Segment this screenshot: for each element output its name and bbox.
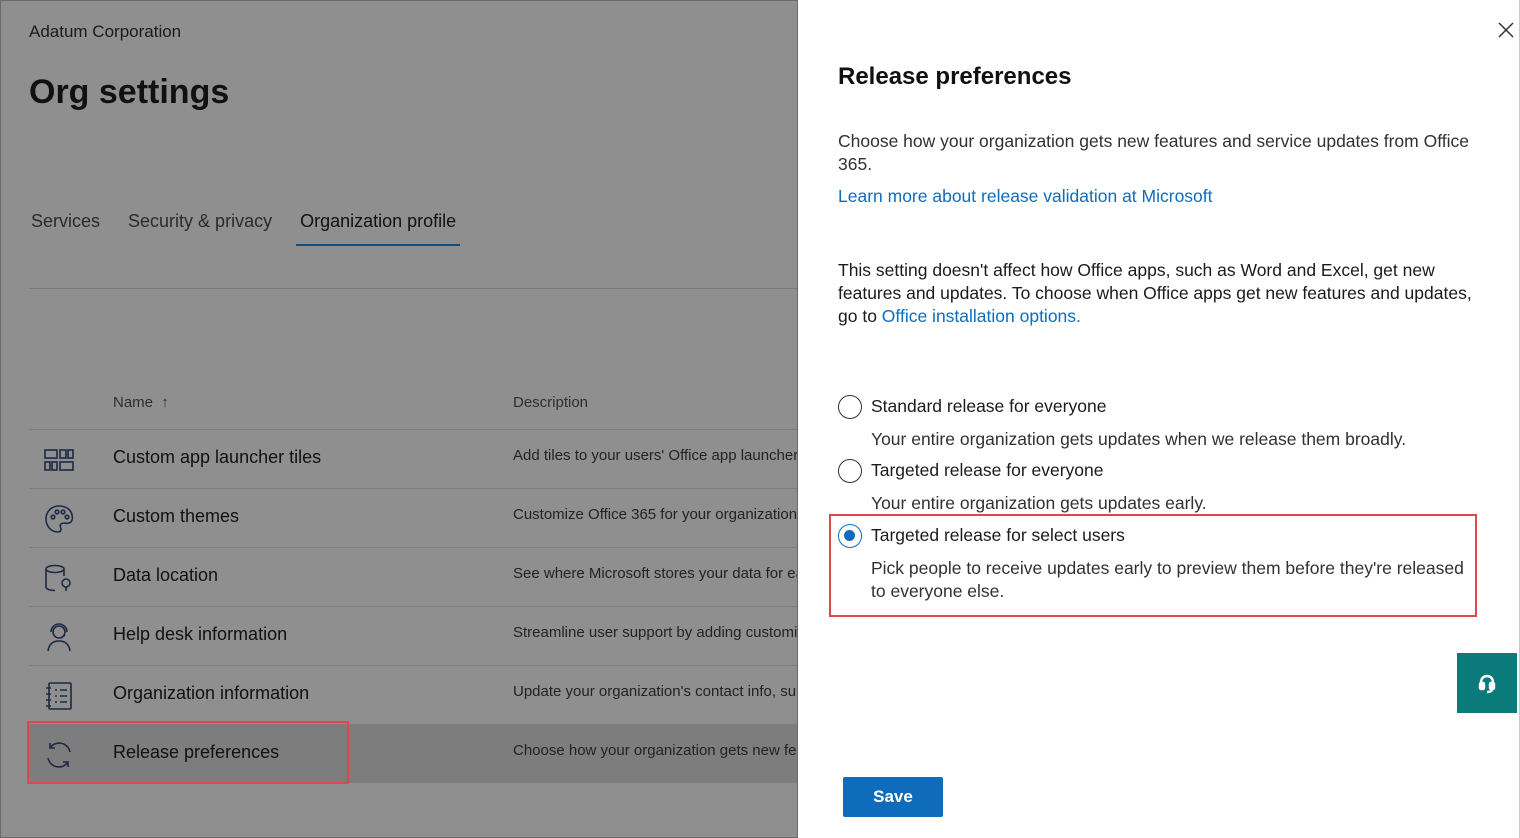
radio-button[interactable] [838, 459, 862, 483]
close-icon[interactable] [1496, 20, 1516, 40]
notebook-list-icon [43, 680, 75, 712]
table-row[interactable]: Help desk information Streamline user su… [29, 606, 798, 665]
settings-tabs: Services Security & privacy Organization… [31, 211, 484, 246]
row-name: Custom themes [113, 506, 240, 526]
row-description: Update your organization's contact info,… [513, 683, 797, 700]
row-description: Choose how your organization gets new fe… [513, 742, 798, 759]
org-name: Adatum Corporation [29, 22, 182, 41]
table-row[interactable]: Custom themes Customize Office 365 for y… [29, 488, 798, 547]
panel-title: Release preferences [838, 63, 1072, 90]
radio-description: Your entire organization gets updates wh… [871, 429, 1407, 449]
radio-label[interactable]: Standard release for everyone [871, 396, 1106, 417]
highlight-box-targeted-select-users [829, 514, 1477, 617]
column-header-name[interactable]: Name ↑ [113, 394, 169, 411]
column-header-description: Description [513, 394, 589, 411]
database-location-icon [43, 562, 75, 594]
org-settings-page-overlay: Adatum Corporation Org settings Services… [0, 0, 798, 838]
panel-intro: Choose how your organization gets new fe… [838, 131, 1469, 174]
sort-ascending-icon: ↑ [161, 394, 169, 411]
palette-icon [43, 503, 75, 535]
table-row[interactable]: Organization information Update your org… [29, 665, 797, 724]
radio-label[interactable]: Targeted release for everyone [871, 460, 1104, 481]
radio-button[interactable] [838, 395, 862, 419]
row-description: Customize Office 365 for your organizati… [513, 506, 798, 523]
radio-description: Your entire organization gets updates ea… [871, 493, 1207, 513]
table-row[interactable]: Custom app launcher tiles Add tiles to y… [29, 429, 798, 488]
row-description: Add tiles to your users' Office app laun… [513, 447, 798, 464]
office-installation-options-link[interactable]: Office installation options. [882, 306, 1081, 326]
row-name: Help desk information [113, 624, 288, 644]
headset-icon [1478, 674, 1496, 694]
tab-services[interactable]: Services [31, 211, 100, 246]
release-preferences-panel: Release preferences Choose how your orga… [798, 0, 1520, 838]
row-description: See where Microsoft stores your data for… [513, 565, 798, 582]
panel-note: This setting doesn't affect how Office a… [838, 260, 1472, 326]
tab-organization-profile[interactable]: Organization profile [296, 211, 461, 246]
headset-person-icon [43, 621, 75, 653]
app-launcher-tiles-icon [43, 444, 75, 476]
help-chat-button[interactable] [1457, 653, 1517, 713]
row-name: Data location [113, 565, 219, 585]
page-title: Org settings [29, 73, 230, 111]
highlight-box-release-preferences [27, 721, 349, 784]
tabs-divider [29, 288, 797, 289]
row-name: Custom app launcher tiles [113, 447, 322, 467]
save-button[interactable]: Save [843, 777, 943, 817]
learn-more-link[interactable]: Learn more about release validation at M… [838, 186, 1213, 207]
row-description: Streamline user support by adding custom… [513, 624, 798, 641]
tab-security-privacy[interactable]: Security & privacy [128, 211, 272, 246]
table-row[interactable]: Data location See where Microsoft stores… [29, 547, 798, 606]
row-name: Organization information [113, 683, 310, 703]
